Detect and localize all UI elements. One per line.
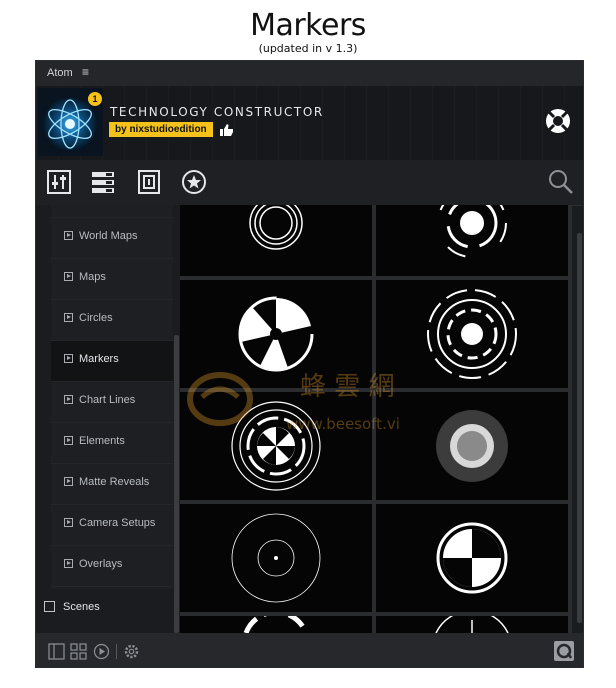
play-box-icon — [64, 436, 73, 445]
crosshair-arc-marker — [435, 609, 509, 633]
sidebar-item-camera-setups[interactable]: Camera Setups — [51, 505, 173, 546]
sidebar-item-circles[interactable]: Circles — [51, 300, 173, 341]
grid-icon[interactable] — [70, 643, 87, 660]
thin-ring-dot-marker — [231, 513, 321, 603]
thumbnail-fan-blade[interactable] — [180, 392, 372, 500]
header: 1 TECHNOLOGY CONSTRUCTOR by nixstudioedi… — [36, 86, 583, 160]
page-title: Markers — [250, 8, 366, 43]
scenes-label: Scenes — [63, 601, 100, 613]
thumbnail-concentric-rings[interactable] — [180, 205, 372, 276]
grey-dot-marker — [436, 410, 508, 482]
page-subtitle: (updated in v 1.3) — [258, 42, 358, 55]
grid-scrollbar[interactable] — [577, 233, 582, 623]
thumbnail-partial-arc[interactable] — [180, 609, 372, 633]
play-box-icon — [64, 518, 73, 527]
thumbnail-quadrant-ring[interactable] — [376, 504, 568, 612]
thumbs-up-icon[interactable] — [220, 124, 234, 136]
film-icon[interactable] — [136, 169, 162, 195]
play-icon[interactable] — [93, 643, 110, 660]
sidebar-item-chart-lines[interactable]: Chart Lines — [51, 382, 173, 423]
concentric-rings-marker — [249, 205, 303, 250]
sidebar-item-markers[interactable]: Markers — [51, 341, 173, 382]
sidebar-item-elements[interactable]: Elements — [51, 423, 173, 464]
header-title: TECHNOLOGY CONSTRUCTOR — [110, 105, 324, 119]
sidebar-scrollbar[interactable] — [174, 335, 179, 633]
sidebar-item-label: Camera Setups — [79, 517, 156, 529]
list-icon[interactable] — [90, 169, 116, 195]
category-list: World Maps Maps Circles Markers Chart Li… — [51, 205, 173, 589]
settings-icon[interactable] — [123, 643, 140, 660]
sidebar-item-maps[interactable]: Maps — [51, 259, 173, 300]
thumbnail-dashed-ring-dot[interactable] — [376, 205, 568, 276]
author-byline[interactable]: by nixstudioedition — [109, 122, 213, 137]
notification-badge: 1 — [88, 92, 102, 106]
play-box-icon — [64, 559, 73, 568]
sidebar-item-label: World Maps — [79, 230, 138, 242]
thumbnail-dashed-target[interactable] — [376, 280, 568, 388]
footer-divider — [116, 644, 117, 659]
partial-arc-marker — [243, 609, 309, 633]
sidebar-item-label: Chart Lines — [79, 394, 136, 406]
atom-panel: Atom ≡ 1 TECHNOLOGY CONSTRUCTOR by nixst… — [35, 60, 584, 668]
sidebar-item-label: Maps — [79, 271, 106, 283]
menubar: Atom ≡ — [36, 61, 583, 86]
atom-logo-small-icon[interactable] — [554, 641, 574, 661]
sidebar-item-label: Circles — [79, 312, 113, 324]
marker-thumbnail-grid — [180, 205, 572, 633]
list-item-partial — [51, 205, 173, 218]
hamburger-icon[interactable]: ≡ — [82, 65, 89, 79]
sidebar-item-label: Overlays — [79, 558, 123, 570]
thumbnail-thin-ring-dot[interactable] — [180, 504, 372, 612]
dashed-ring-dot-marker — [437, 205, 507, 258]
thumbnail-crosshair-arc[interactable] — [376, 609, 568, 633]
category-sidebar: World Maps Maps Circles Markers Chart Li… — [36, 205, 180, 633]
play-box-icon — [64, 477, 73, 486]
thumbnail-pie-segment[interactable] — [180, 280, 372, 388]
sliders-icon[interactable] — [46, 169, 72, 195]
search-icon[interactable] — [548, 169, 574, 195]
star-icon[interactable] — [181, 169, 207, 195]
sidebar-item-world-maps[interactable]: World Maps — [51, 218, 173, 259]
dashed-target-marker — [427, 289, 517, 379]
play-box-icon — [64, 272, 73, 281]
play-box-icon — [64, 354, 73, 363]
menubar-label: Atom — [47, 67, 73, 79]
sidebar-item-label: Matte Reveals — [79, 476, 150, 488]
footer-bar — [36, 633, 583, 667]
fan-blade-marker — [231, 401, 321, 491]
scenes-icon — [44, 601, 55, 612]
sidebar-item-matte-reveals[interactable]: Matte Reveals — [51, 464, 173, 505]
quadrant-ring-marker — [436, 522, 508, 594]
lifebuoy-icon[interactable] — [545, 108, 571, 134]
sidebar-item-label: Markers — [79, 353, 119, 365]
play-box-icon — [64, 231, 73, 240]
play-box-icon — [64, 313, 73, 322]
panel-icon[interactable] — [48, 643, 65, 660]
pie-segment-marker — [238, 296, 314, 372]
thumbnail-grey-dot[interactable] — [376, 392, 568, 500]
play-box-icon — [64, 395, 73, 404]
toolbar — [36, 160, 583, 206]
sidebar-item-label: Elements — [79, 435, 125, 447]
sidebar-item-overlays[interactable]: Overlays — [51, 546, 173, 587]
